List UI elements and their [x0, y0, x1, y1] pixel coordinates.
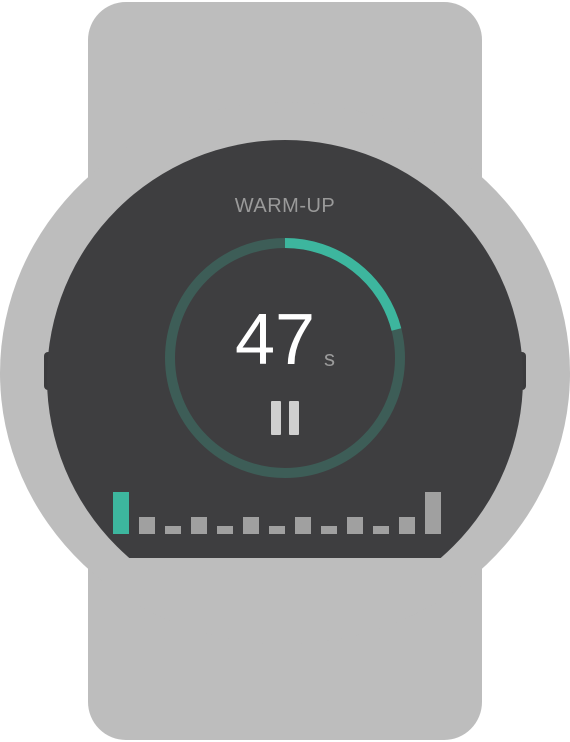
interval-bar: [295, 517, 311, 534]
interval-bar: [373, 526, 389, 534]
interval-bar: [191, 517, 207, 534]
workout-phase-label: WARM-UP: [234, 195, 336, 217]
pause-button[interactable]: [265, 398, 305, 438]
timer-unit: s: [324, 346, 335, 371]
pause-icon: [271, 401, 299, 435]
interval-bar: [165, 526, 181, 534]
timer-seconds: 47: [235, 300, 316, 380]
interval-bar: [243, 517, 259, 534]
watch-screen: WARM-UP 47 s: [47, 140, 523, 558]
interval-bar: [269, 526, 285, 534]
interval-bar: [347, 517, 363, 534]
interval-bar: [113, 492, 129, 534]
interval-bar: [217, 526, 233, 534]
interval-bar: [399, 517, 415, 534]
interval-bar: [139, 517, 155, 534]
interval-bar: [321, 526, 337, 534]
smartwatch-mockup: WARM-UP 47 s: [0, 0, 570, 742]
interval-timeline: [113, 492, 463, 534]
interval-bar: [425, 492, 441, 534]
